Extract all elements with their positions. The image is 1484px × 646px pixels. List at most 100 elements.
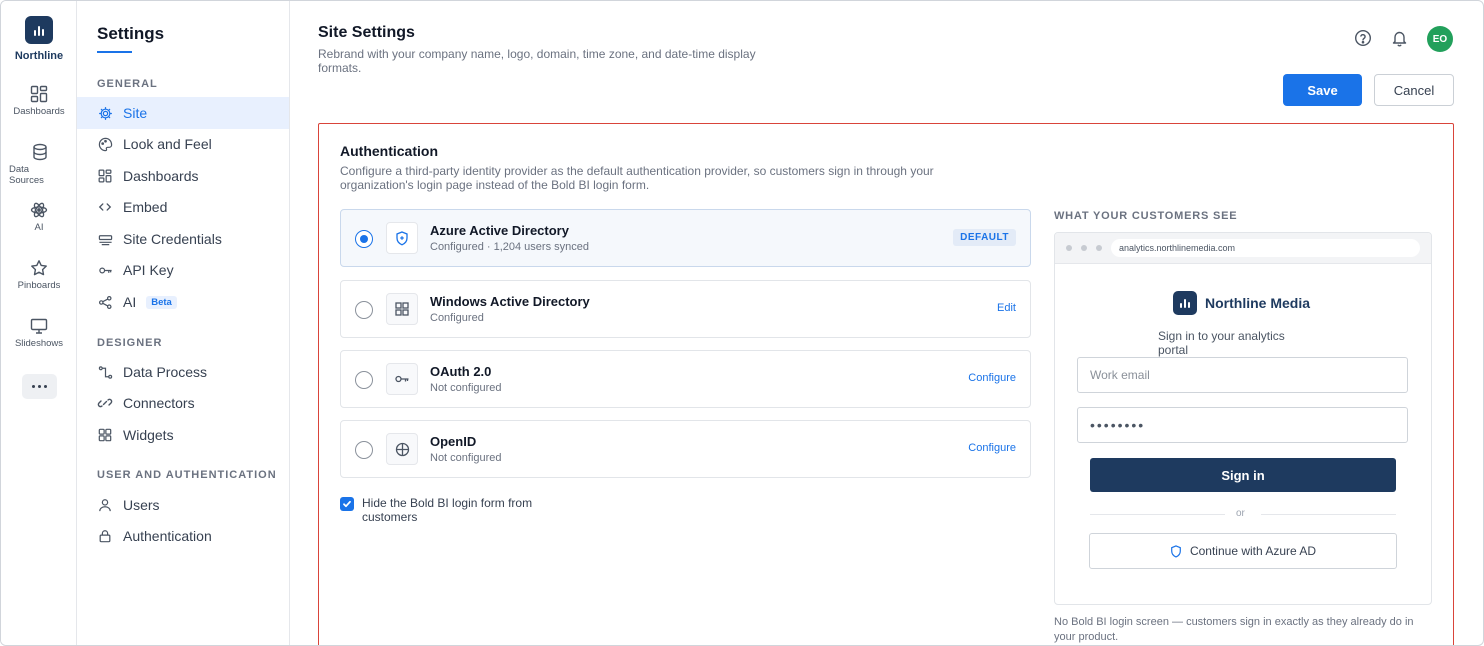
- configure-link[interactable]: Configure: [968, 442, 1016, 454]
- rail-label: Pinboards: [17, 280, 61, 291]
- nav-section-user-auth: USER AND AUTHENTICATION: [97, 469, 277, 481]
- nav-item-users[interactable]: Users: [77, 489, 289, 521]
- hide-login-checkbox[interactable]: [340, 497, 354, 511]
- database-icon: [33, 143, 47, 161]
- rail-item-dashboards[interactable]: Dashboards: [1, 85, 77, 117]
- main-content: Site Settings Rebrand with your company …: [290, 1, 1483, 645]
- crosshair-icon: [386, 433, 418, 465]
- rail-item-ai[interactable]: AI: [1, 201, 77, 233]
- atom-icon: [30, 202, 48, 218]
- shield-icon: [386, 222, 418, 254]
- preview-subtitle: Sign in to your analytics portal: [1158, 329, 1285, 357]
- nav-item-authentication[interactable]: Authentication: [77, 520, 289, 552]
- windows-icon: [386, 293, 418, 325]
- authentication-panel: Authentication Configure a third-party i…: [318, 123, 1454, 645]
- settings-nav: Settings GENERAL Site Look and Feel Dash…: [77, 1, 290, 645]
- nav-item-api-key[interactable]: API Key: [77, 254, 289, 286]
- beta-badge: Beta: [146, 295, 177, 309]
- nav-item-label: Users: [123, 497, 160, 513]
- rail-item-pinboards[interactable]: Pinboards: [1, 259, 77, 291]
- page-title: Site Settings: [318, 24, 415, 41]
- monitor-icon: [30, 318, 48, 334]
- shield-icon: [1171, 544, 1181, 558]
- northline-logo-icon[interactable]: [25, 16, 53, 44]
- provider-name: OAuth 2.0: [430, 364, 492, 379]
- app-rail: Northline Dashboards Data Sources AI Pin…: [1, 1, 77, 645]
- palette-icon: [97, 136, 113, 152]
- browser-bar: analytics.northlinemedia.com: [1055, 233, 1431, 264]
- rail-label: Slideshows: [14, 338, 64, 349]
- edit-link[interactable]: Edit: [997, 302, 1016, 314]
- section-title: Authentication: [340, 143, 438, 159]
- preview-brand: Northline Media: [1205, 295, 1311, 311]
- section-description: Configure a third-party identity provide…: [340, 164, 934, 192]
- code-icon: [97, 199, 113, 215]
- configure-link[interactable]: Configure: [968, 372, 1016, 384]
- provider-oauth[interactable]: OAuth 2.0 Not configured Configure: [340, 350, 1031, 408]
- nav-item-dashboards[interactable]: Dashboards: [77, 160, 289, 192]
- provider-windows-ad[interactable]: Windows Active Directory Configured Edit: [340, 280, 1031, 338]
- nav-title: Settings: [97, 24, 165, 43]
- or-label: or: [1236, 508, 1245, 519]
- nav-item-look-and-feel[interactable]: Look and Feel: [77, 128, 289, 160]
- nav-item-widgets[interactable]: Widgets: [77, 419, 289, 451]
- dashboards-icon: [97, 168, 113, 184]
- nav-item-label: Authentication: [123, 528, 212, 544]
- link-icon: [97, 395, 113, 411]
- nav-item-label: Embed: [123, 199, 168, 215]
- more-icon[interactable]: [22, 374, 57, 399]
- nav-item-data-process[interactable]: Data Process: [77, 356, 289, 388]
- preview-signin-button: Sign in: [1090, 458, 1396, 492]
- nav-item-connectors[interactable]: Connectors: [77, 387, 289, 419]
- nav-item-label: Site: [123, 105, 148, 121]
- bell-icon[interactable]: [1391, 29, 1408, 52]
- preview-email-field: Work email: [1077, 357, 1408, 393]
- provider-radio[interactable]: [355, 441, 373, 459]
- nav-section-general: GENERAL: [97, 78, 158, 90]
- rail-label: Data Sources: [9, 164, 44, 186]
- rail-label: Dashboards: [13, 106, 65, 117]
- provider-name: OpenID: [430, 434, 477, 449]
- nav-item-label: Widgets: [123, 427, 174, 443]
- rail-item-slideshows[interactable]: Slideshows: [1, 317, 77, 349]
- preview-note: No Bold BI login screen — customers sign…: [1054, 616, 1414, 643]
- nav-item-embed[interactable]: Embed: [77, 191, 289, 223]
- app-window: Northline Dashboards Data Sources AI Pin…: [0, 0, 1484, 646]
- login-preview: analytics.northlinemedia.com Northline M…: [1054, 232, 1432, 605]
- provider-radio[interactable]: [355, 230, 373, 248]
- star-icon: [31, 260, 47, 276]
- provider-status: Not configured: [430, 452, 502, 464]
- dashboards-icon: [30, 85, 48, 103]
- divider: [1261, 514, 1396, 515]
- key-icon: [97, 262, 113, 278]
- hide-login-label[interactable]: Hide the Bold BI login form from custome…: [362, 496, 562, 524]
- provider-openid[interactable]: OpenID Not configured Configure: [340, 420, 1031, 478]
- provider-radio[interactable]: [355, 301, 373, 319]
- nav-item-site[interactable]: Site: [77, 97, 289, 129]
- nav-section-designer: DESIGNER: [97, 337, 163, 349]
- provider-azure-ad[interactable]: Azure Active Directory Configured · 1,20…: [340, 209, 1031, 267]
- default-badge: DEFAULT: [953, 229, 1016, 246]
- save-button[interactable]: Save: [1283, 74, 1362, 106]
- preview-password-field: ••••••••: [1077, 407, 1408, 443]
- help-icon[interactable]: [1354, 29, 1372, 52]
- preview-label: WHAT YOUR CUSTOMERS SEE: [1054, 210, 1238, 222]
- nav-item-label: Dashboards: [123, 168, 199, 184]
- nav-title-underline: [97, 51, 132, 53]
- nav-item-label: Connectors: [123, 395, 195, 411]
- check-icon: [343, 500, 351, 508]
- key-icon: [386, 363, 418, 395]
- northline-logo-icon: [1173, 291, 1197, 315]
- provider-radio[interactable]: [355, 371, 373, 389]
- cancel-button[interactable]: Cancel: [1374, 74, 1454, 106]
- lock-icon: [97, 528, 113, 544]
- nav-item-ai[interactable]: AI Beta: [77, 286, 289, 318]
- page-subtitle: Rebrand with your company name, logo, do…: [318, 47, 756, 75]
- user-icon: [97, 497, 113, 513]
- credentials-icon: [97, 231, 113, 247]
- user-avatar[interactable]: EO: [1427, 26, 1453, 52]
- provider-name: Azure Active Directory: [430, 223, 569, 238]
- window-dot: [1096, 245, 1102, 251]
- nav-item-site-credentials[interactable]: Site Credentials: [77, 223, 289, 255]
- rail-item-data-sources[interactable]: Data Sources: [1, 143, 77, 186]
